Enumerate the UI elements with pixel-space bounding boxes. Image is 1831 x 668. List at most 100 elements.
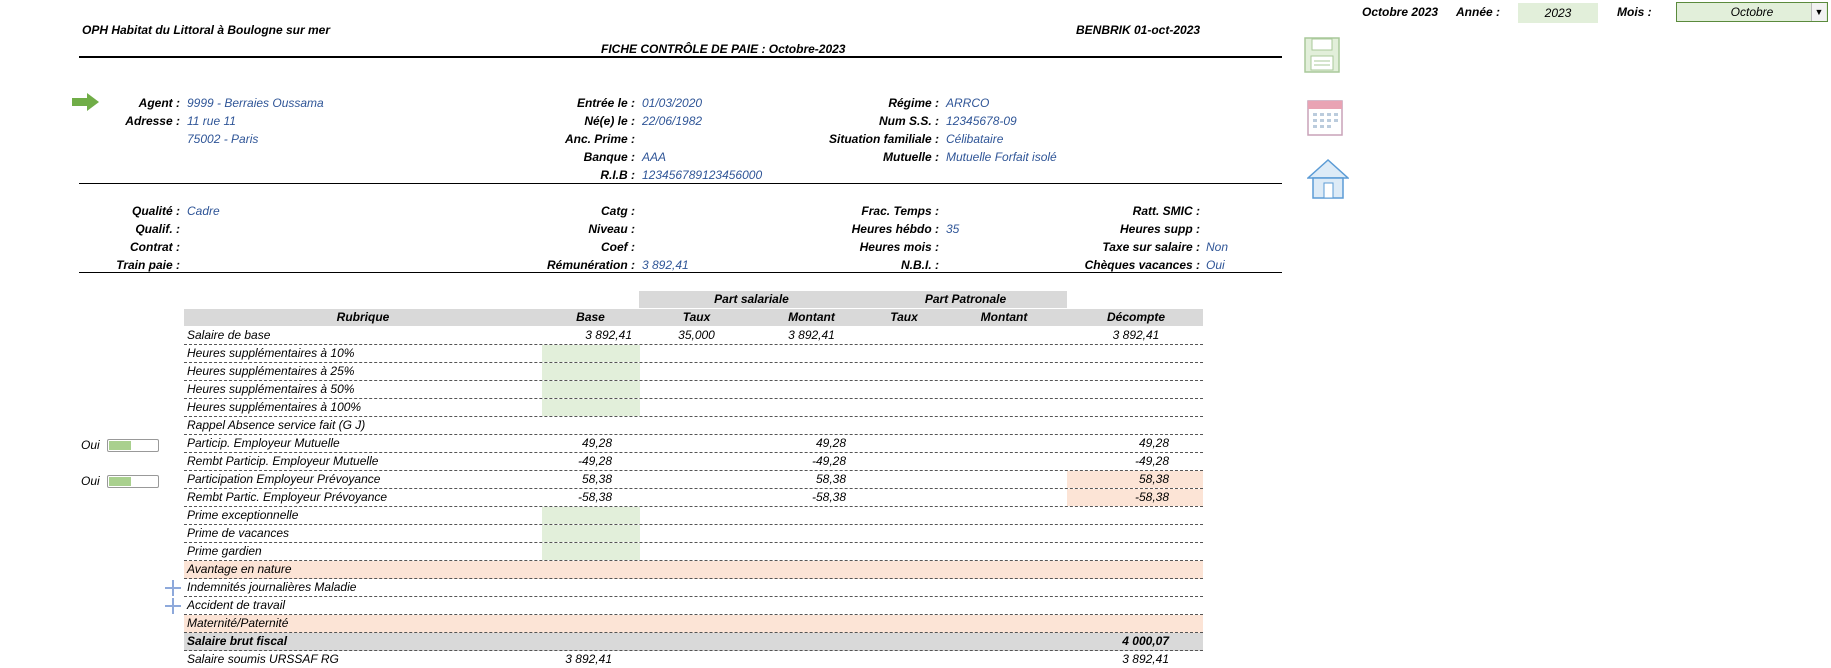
table-row: Rappel Absence service fait (G J) <box>184 417 1203 435</box>
taxe-label: Taxe sur salaire : <box>1102 240 1200 254</box>
table-row: Heures supplémentaires à 50% <box>184 381 1203 399</box>
trainpaie-label: Train paie : <box>116 258 180 272</box>
arrow-right-icon[interactable] <box>72 93 100 114</box>
coef-label: Coef : <box>601 240 635 254</box>
row-montant: -58,38 <box>811 490 846 504</box>
prevoyance-toggle-label: Oui <box>81 474 100 488</box>
col-montant-patronale: Montant <box>980 310 1028 324</box>
year-label: Année : <box>1456 5 1501 19</box>
base-input-cell[interactable] <box>542 363 640 380</box>
mutuelle-toggle[interactable] <box>107 439 159 452</box>
row-label: Avantage en nature <box>187 562 292 576</box>
row-decompte: -49,28 <box>1134 454 1169 468</box>
row-label: Prime exceptionnelle <box>187 508 299 522</box>
table-row: Prime gardien <box>184 543 1203 561</box>
row-decompte: 4 000,07 <box>1122 634 1169 648</box>
toggle-knob <box>109 441 131 450</box>
company-name: OPH Habitat du Littoral à Boulogne sur m… <box>82 23 331 37</box>
nele-label: Né(e) le : <box>584 114 635 128</box>
cheques-value: Oui <box>1206 258 1225 272</box>
row-label: Heures supplémentaires à 25% <box>187 364 355 378</box>
banque-label: Banque : <box>583 150 635 164</box>
row-base: 3 892,41 <box>565 652 612 666</box>
regime-label: Régime : <box>888 96 939 110</box>
fractemps-label: Frac. Temps : <box>861 204 939 218</box>
table-row: Particip. Employeur Mutuelle 49,28 49,28… <box>184 435 1203 453</box>
niveau-label: Niveau : <box>588 222 635 236</box>
mutuelle-toggle-label: Oui <box>81 438 100 452</box>
row-label: Salaire soumis URSSAF RG <box>187 652 339 666</box>
save-icon[interactable] <box>1303 36 1343 79</box>
table-row: Accident de travail <box>184 597 1203 615</box>
entree-label: Entrée le : <box>576 96 635 110</box>
table-row-total: Salaire brut fiscal 4 000,07 <box>184 633 1203 651</box>
hhebdo-value: 35 <box>946 222 960 236</box>
col-montant-salariale: Montant <box>788 310 835 324</box>
row-montant: 3 892,41 <box>788 328 835 342</box>
hmois-label: Heures mois : <box>859 240 939 254</box>
table-row: Rembt Particip. Employeur Mutuelle -49,2… <box>184 453 1203 471</box>
home-icon[interactable] <box>1306 158 1350 203</box>
base-input-cell[interactable] <box>542 525 640 542</box>
col-rubrique: Rubrique <box>336 310 390 324</box>
row-decompte: 58,38 <box>1138 472 1169 486</box>
base-input-cell[interactable] <box>542 543 640 560</box>
rib-value: 123456789123456000 <box>642 168 763 182</box>
period-label: Octobre 2023 <box>1362 5 1439 19</box>
qualite-label: Qualité : <box>131 204 180 218</box>
row-label: Heures supplémentaires à 50% <box>187 382 355 396</box>
row-label: Salaire de base <box>187 328 271 342</box>
plus-icon[interactable] <box>165 580 181 596</box>
row-label: Rembt Particip. Employeur Mutuelle <box>187 454 379 468</box>
nele-value: 22/06/1982 <box>642 114 703 128</box>
mutuelle-value: Mutuelle Forfait isolé <box>946 150 1057 164</box>
chevron-down-icon: ▼ <box>1814 7 1824 17</box>
sitfam-label: Situation familiale : <box>828 132 939 146</box>
qualite-value: Cadre <box>187 204 220 218</box>
row-label: Indemnités journalières Maladie <box>187 580 357 594</box>
month-value: Octobre <box>1730 5 1774 19</box>
base-input-cell[interactable] <box>542 507 640 524</box>
row-base: -49,28 <box>577 454 612 468</box>
row-decompte: 49,28 <box>1138 436 1169 450</box>
table-row: Heures supplémentaires à 100% <box>184 399 1203 417</box>
table-header-row: Rubrique Base Taux Montant Taux Montant … <box>184 309 1203 326</box>
cheques-label: Chèques vacances : <box>1084 258 1200 272</box>
group-salariale-header: Part salariale Part Patronale <box>639 291 1067 308</box>
table-row: Avantage en nature <box>184 561 1203 579</box>
regime-value: ARRCO <box>946 96 990 110</box>
month-select[interactable]: Octobre <box>1676 2 1828 22</box>
base-input-cell[interactable] <box>542 381 640 398</box>
entree-value: 01/03/2020 <box>642 96 703 110</box>
contrat-label: Contrat : <box>130 240 180 254</box>
table-row: Rembt Partic. Employeur Prévoyance -58,3… <box>184 489 1203 507</box>
col-taux-patronale: Taux <box>890 310 918 324</box>
banque-value: AAA <box>642 150 667 164</box>
row-decompte: 3 892,41 <box>1112 328 1160 342</box>
year-field[interactable]: 2023 <box>1518 3 1598 23</box>
row-label: Rembt Partic. Employeur Prévoyance <box>187 490 388 504</box>
prevoyance-toggle[interactable] <box>107 475 159 488</box>
table-row: Participation Employeur Prévoyance 58,38… <box>184 471 1203 489</box>
page-title: FICHE CONTRÔLE DE PAIE : Octobre-2023 <box>601 42 846 56</box>
row-montant: 58,38 <box>815 472 846 486</box>
row-label: Heures supplémentaires à 10% <box>187 346 355 360</box>
row-base: 49,28 <box>581 436 612 450</box>
month-dropdown-button[interactable]: ▼ <box>1811 3 1826 21</box>
nbi-label: N.B.I. : <box>901 258 939 272</box>
col-taux-salariale: Taux <box>682 310 711 324</box>
row-label: Participation Employeur Prévoyance <box>187 472 381 486</box>
base-input-cell[interactable] <box>542 399 640 416</box>
calendar-icon[interactable] <box>1307 98 1343 139</box>
contract-divider <box>79 272 1282 273</box>
row-label: Prime gardien <box>187 544 262 558</box>
row-base: 3 892,41 <box>585 328 632 342</box>
plus-icon[interactable] <box>165 598 181 614</box>
row-label: Maternité/Paternité <box>187 616 289 630</box>
adresse-line1: 11 rue 11 <box>187 114 236 128</box>
base-input-cell[interactable] <box>542 345 640 362</box>
qualif-label: Qualif. : <box>135 222 180 236</box>
hsupp-label: Heures supp : <box>1119 222 1200 236</box>
ancprime-label: Anc. Prime : <box>564 132 635 146</box>
remun-value: 3 892,41 <box>642 258 689 272</box>
